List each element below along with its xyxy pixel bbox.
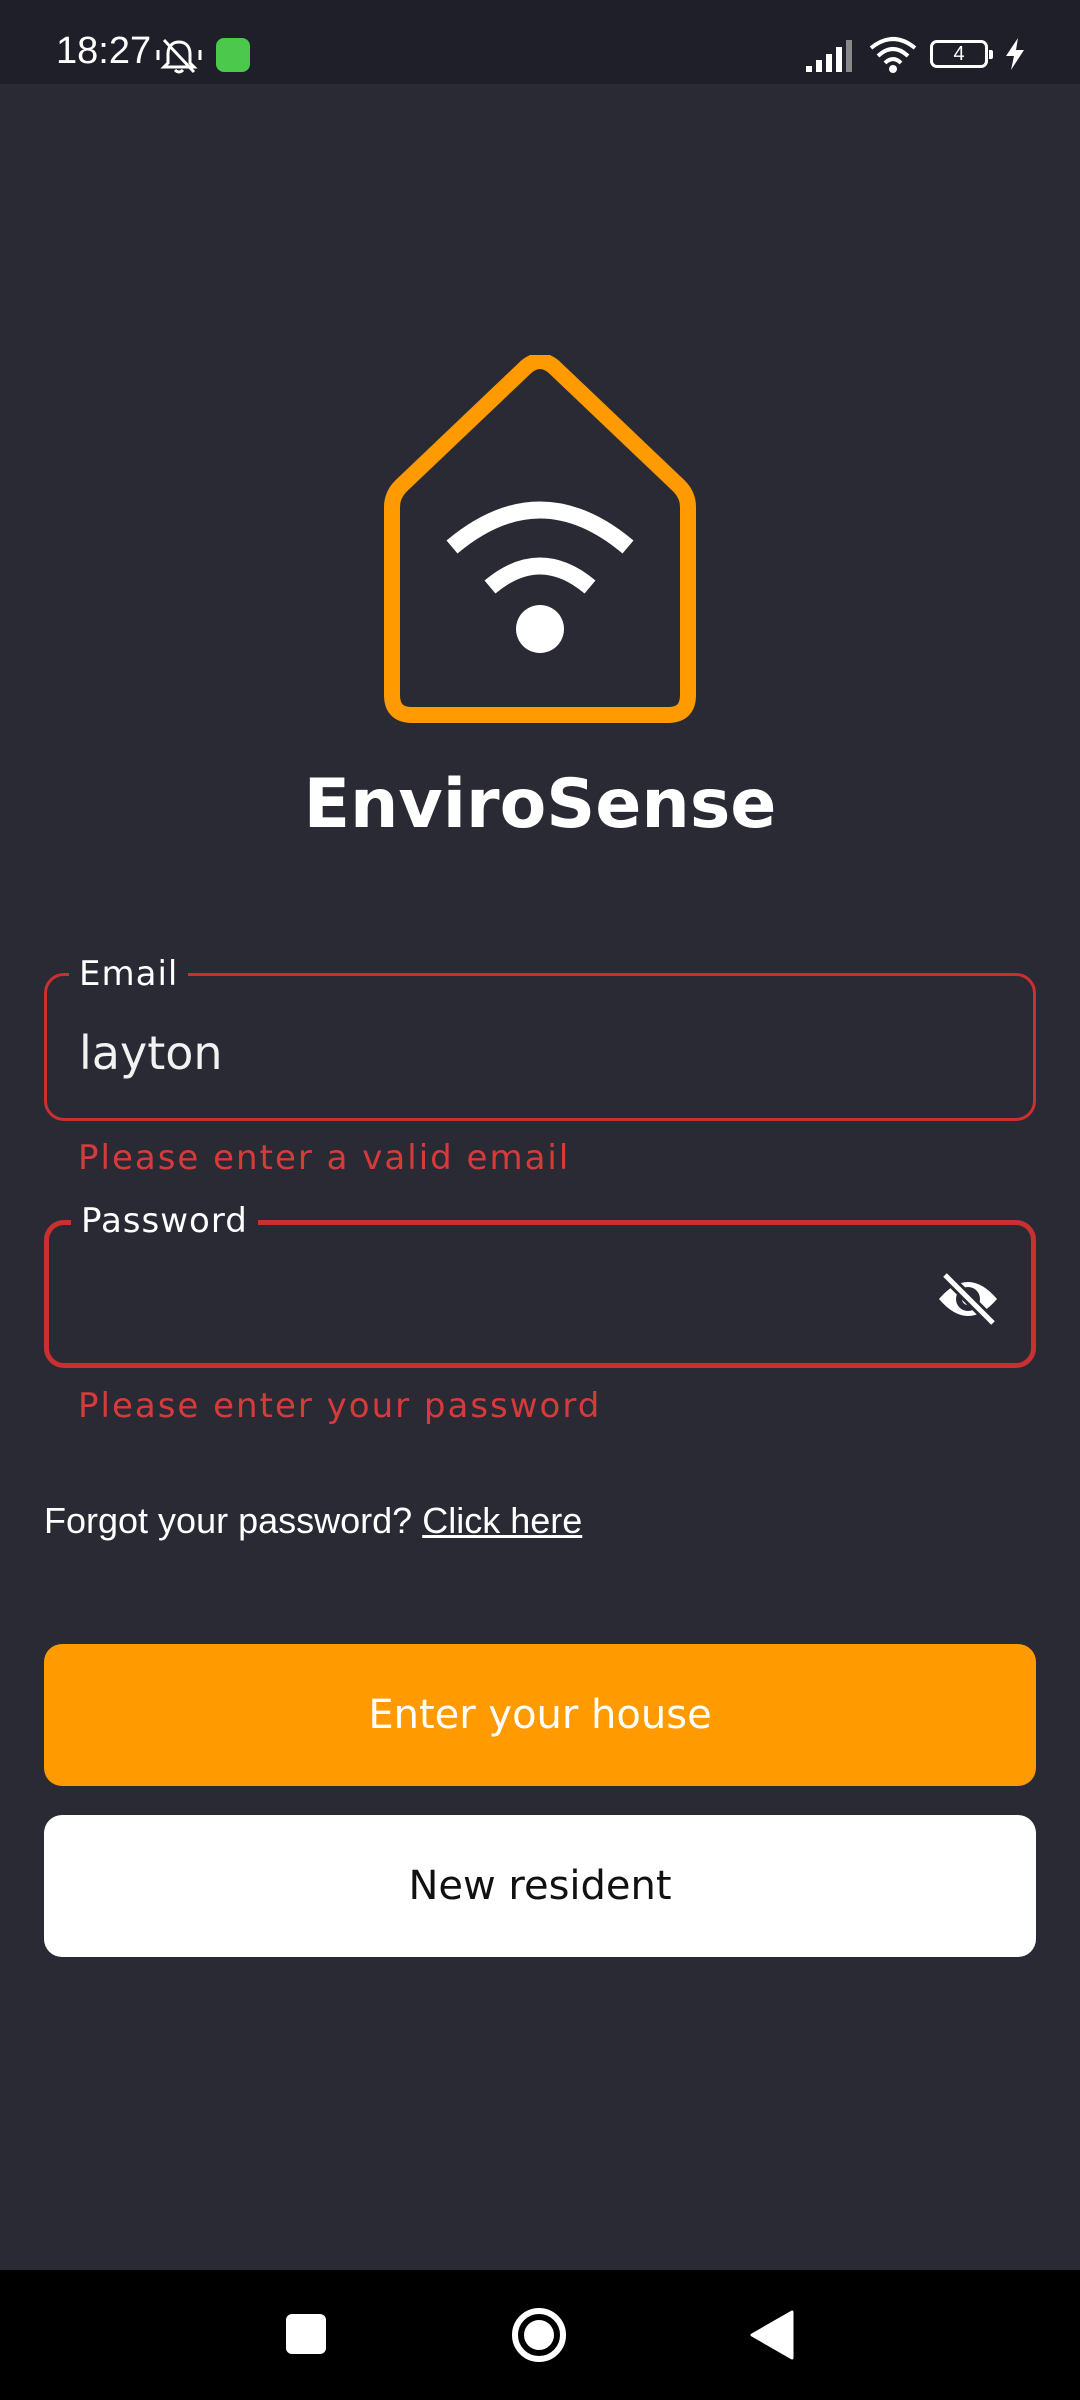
- signal-icon: [806, 40, 852, 72]
- enter-house-button[interactable]: Enter your house: [44, 1644, 1036, 1786]
- home-icon[interactable]: [510, 2306, 568, 2364]
- app-notification-icon: [216, 38, 250, 72]
- battery-icon: 4: [930, 40, 993, 68]
- recents-icon[interactable]: [284, 2312, 328, 2356]
- email-input[interactable]: layton: [79, 1026, 223, 1080]
- forgot-password-row: Forgot your password? Click here: [44, 1500, 582, 1542]
- forgot-password-text: Forgot your password?: [44, 1500, 413, 1541]
- app-title: EnviroSense: [303, 765, 777, 844]
- wifi-icon: [869, 37, 917, 73]
- password-label: Password: [71, 1201, 258, 1241]
- password-error: Please enter your password: [78, 1386, 602, 1426]
- house-wifi-icon: [384, 355, 696, 723]
- email-error: Please enter a valid email: [78, 1138, 571, 1178]
- new-resident-button[interactable]: New resident: [44, 1815, 1036, 1957]
- charging-icon: [1006, 38, 1024, 70]
- forgot-password-link[interactable]: Click here: [422, 1500, 582, 1541]
- status-bar: 18:27 4: [0, 0, 1080, 84]
- email-label: Email: [69, 954, 189, 994]
- password-field[interactable]: Password: [44, 1201, 1036, 1368]
- navigation-bar: [0, 2270, 1080, 2400]
- back-icon[interactable]: [750, 2310, 794, 2360]
- mute-bell-icon: [156, 38, 202, 74]
- status-time: 18:27: [56, 30, 152, 72]
- email-field[interactable]: Email layton: [44, 954, 1036, 1121]
- eye-off-icon[interactable]: [935, 1271, 1001, 1327]
